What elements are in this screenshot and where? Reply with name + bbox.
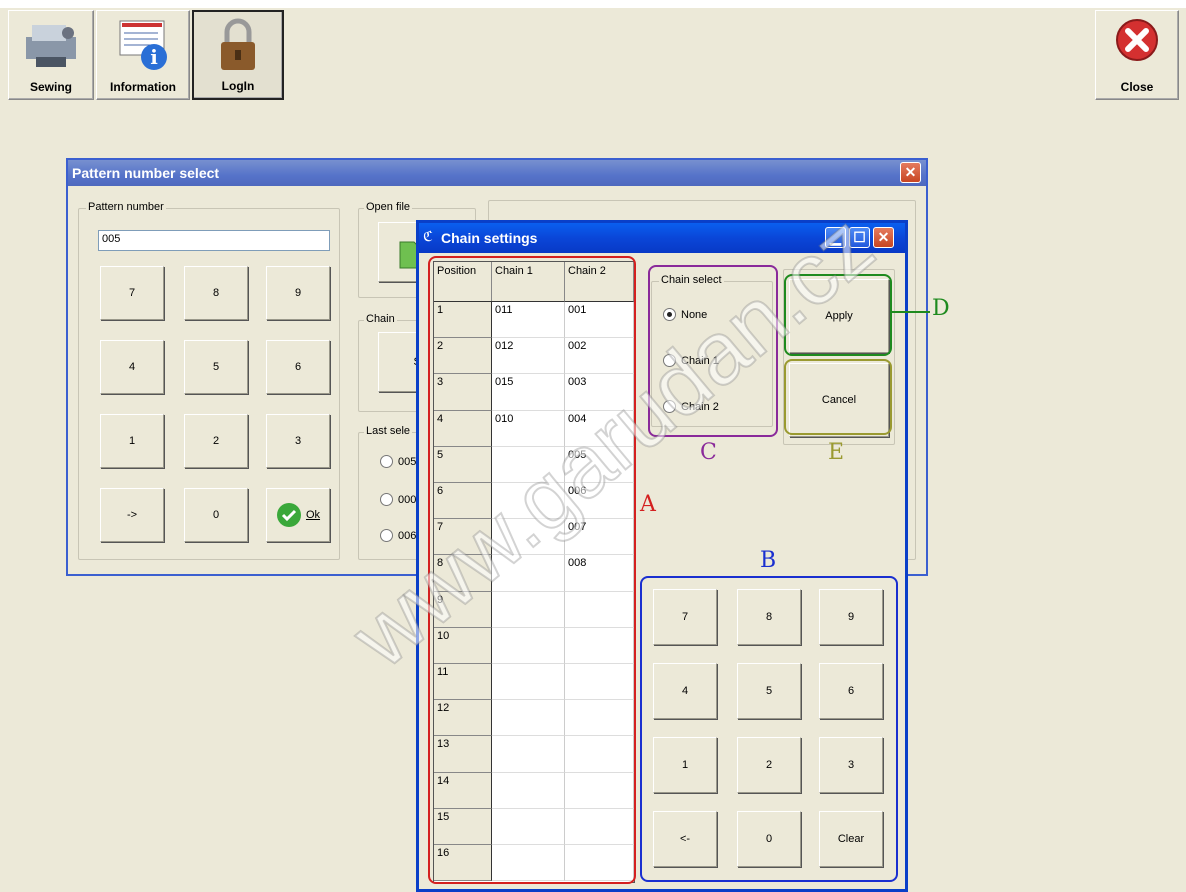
last-selected-radio[interactable]: 005 bbox=[380, 454, 417, 469]
keypad-key[interactable]: 9 bbox=[266, 266, 330, 320]
keypad-arrow-key[interactable]: -> bbox=[100, 488, 164, 542]
login-button[interactable]: LogIn bbox=[192, 10, 284, 100]
app-icon: ℭ bbox=[423, 228, 433, 244]
keypad-key[interactable]: 3 bbox=[266, 414, 330, 468]
information-label: Information bbox=[110, 80, 176, 94]
keypad-key[interactable]: 6 bbox=[266, 340, 330, 394]
pattern-window-title: Pattern number select bbox=[68, 160, 926, 186]
keypad-key[interactable]: 1 bbox=[100, 414, 164, 468]
pattern-window-close-button[interactable]: ✕ bbox=[900, 162, 921, 183]
radio-icon bbox=[380, 493, 393, 507]
keypad-key[interactable]: 4 bbox=[100, 340, 164, 394]
last-selected-label: 005 bbox=[398, 456, 417, 468]
keypad-key[interactable]: 8 bbox=[184, 266, 248, 320]
last-selected-group-title: Last sele bbox=[364, 425, 413, 437]
annotation-label-a: A bbox=[640, 492, 656, 517]
information-button[interactable]: i Information bbox=[96, 10, 190, 100]
close-icon bbox=[1116, 19, 1158, 61]
chain-window-close-button[interactable]: ✕ bbox=[873, 227, 894, 248]
information-icon: i bbox=[119, 20, 167, 70]
annotation-label-c: C bbox=[700, 440, 717, 465]
keypad-key[interactable]: 7 bbox=[100, 266, 164, 320]
annotation-label-b: B bbox=[760, 548, 777, 573]
close-app-button[interactable]: Close bbox=[1095, 10, 1179, 100]
close-label: Close bbox=[1120, 80, 1154, 94]
open-file-group-title: Open file bbox=[364, 201, 413, 213]
svg-text:i: i bbox=[150, 45, 158, 69]
sewing-button[interactable]: Sewing bbox=[8, 10, 94, 100]
last-selected-radio[interactable]: 006 bbox=[380, 528, 416, 543]
pattern-number-group-title: Pattern number bbox=[86, 201, 166, 213]
keypad-key[interactable]: 0 bbox=[184, 488, 248, 542]
annotation-label-e: E bbox=[828, 440, 845, 465]
chain-group-title: Chain bbox=[364, 313, 397, 325]
sewing-label: Sewing bbox=[29, 80, 72, 94]
sewing-machine-icon bbox=[26, 25, 76, 67]
ok-button[interactable]: Ok bbox=[266, 488, 330, 542]
radio-icon bbox=[380, 529, 393, 543]
annotation-box-e bbox=[784, 359, 892, 435]
last-selected-radio[interactable]: 000 bbox=[380, 492, 417, 507]
login-label: LogIn bbox=[221, 79, 255, 93]
last-selected-label: 000 bbox=[398, 494, 417, 506]
check-icon bbox=[276, 503, 301, 527]
keypad-key[interactable]: 5 bbox=[184, 340, 248, 394]
annotation-box-b bbox=[640, 576, 898, 882]
annotation-label-d: D bbox=[932, 296, 950, 321]
annotation-leader-d bbox=[892, 311, 930, 313]
top-edge bbox=[0, 0, 1186, 8]
ok-label: Ok bbox=[305, 509, 321, 521]
keypad-key[interactable]: 2 bbox=[184, 414, 248, 468]
radio-icon bbox=[380, 455, 393, 469]
padlock-icon bbox=[221, 18, 255, 70]
pattern-number-input[interactable]: 005 bbox=[98, 230, 330, 251]
